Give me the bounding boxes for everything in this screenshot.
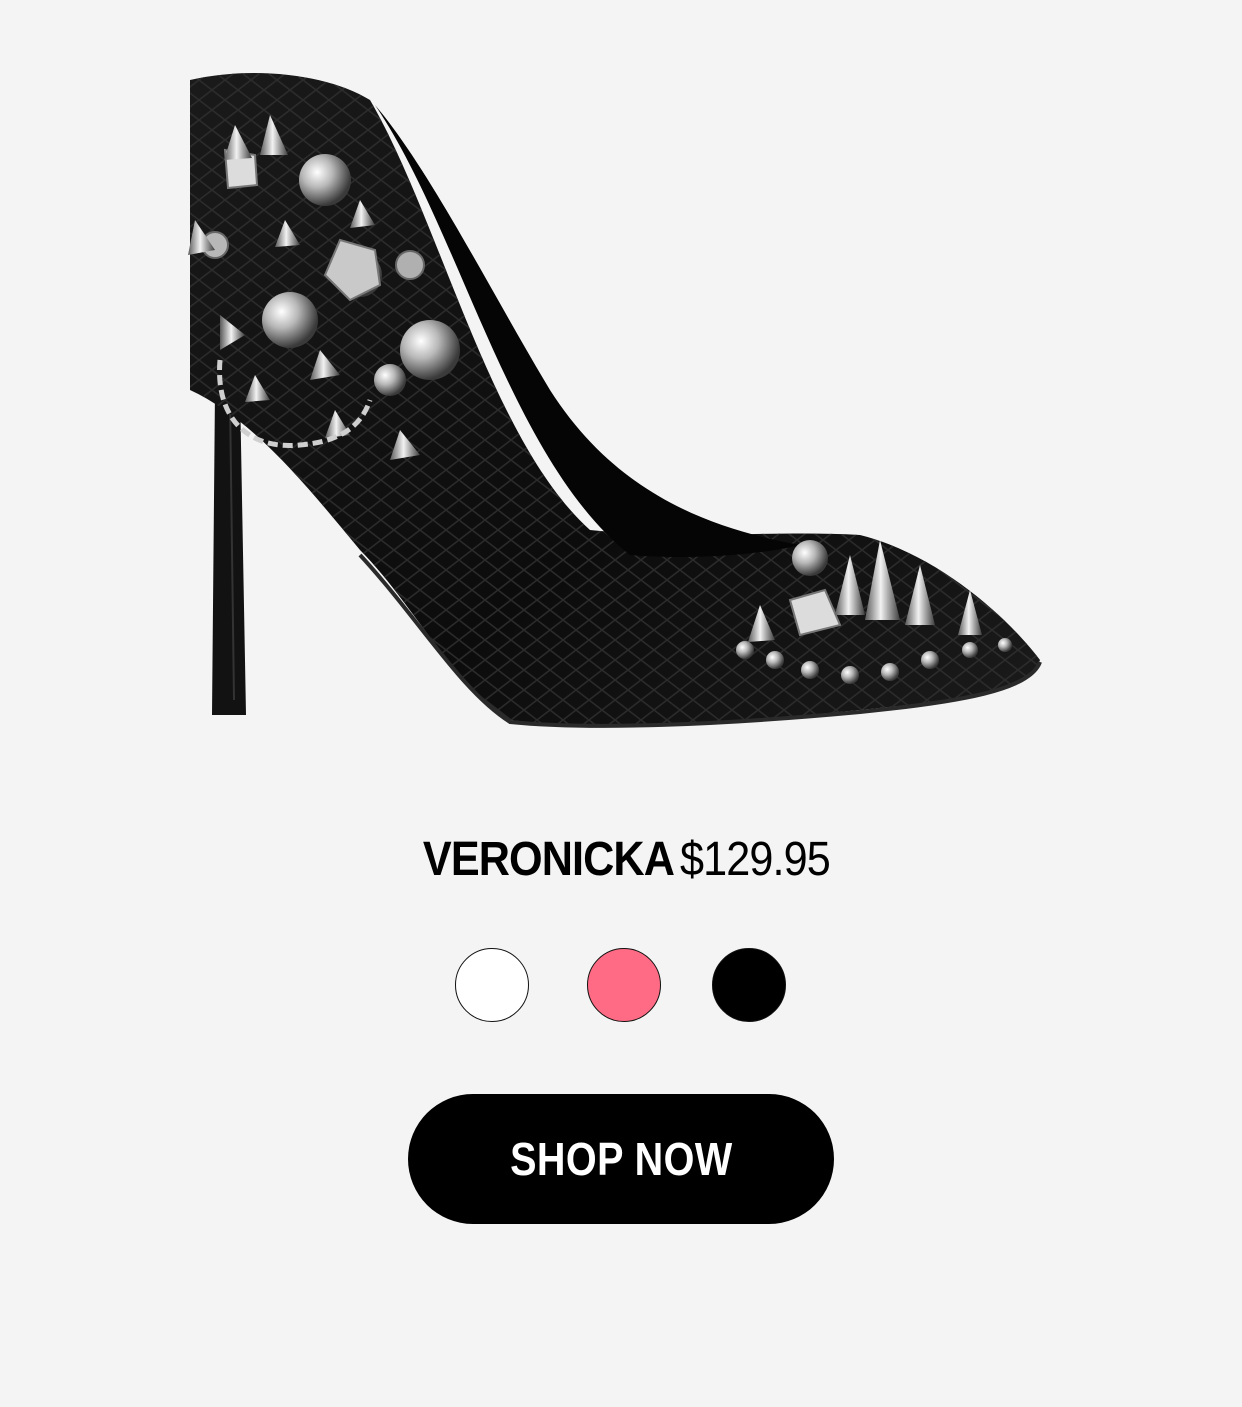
product-price: $129.95 (680, 833, 831, 886)
color-swatch-pink[interactable] (587, 948, 661, 1022)
product-title-row[interactable]: VERONICKA $129.95 (0, 828, 1242, 892)
color-swatches (0, 948, 1242, 1026)
product-image[interactable] (160, 60, 1080, 740)
stiletto-pump-illustration (188, 72, 1042, 728)
color-swatch-black[interactable] (712, 948, 786, 1022)
color-swatch-white[interactable] (455, 948, 529, 1022)
product-name[interactable]: VERONICKA (423, 828, 675, 892)
shop-now-label: SHOP NOW (509, 1133, 733, 1185)
shop-now-button[interactable]: SHOP NOW (408, 1094, 834, 1224)
